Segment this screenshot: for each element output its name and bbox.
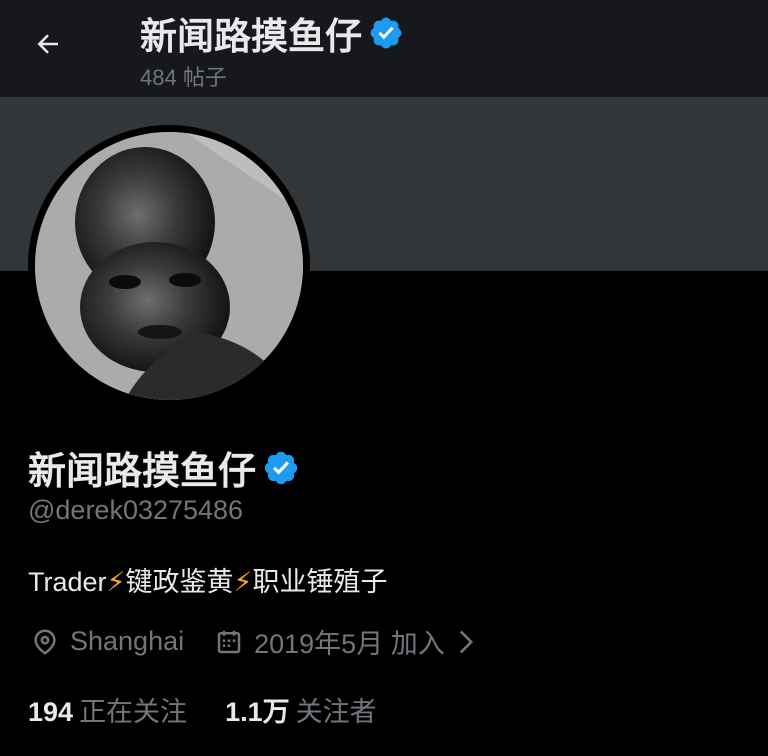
back-arrow-icon — [37, 34, 58, 54]
following-label: 正在关注 — [79, 697, 188, 727]
joined-text: 2019年5月 加入 — [254, 629, 445, 659]
follow-stats: 194 正在关注 1.1万 关注者 — [28, 690, 377, 729]
verified-badge-icon[interactable] — [262, 449, 300, 487]
followers-link[interactable]: 1.1万 关注者 — [225, 690, 377, 729]
lightning-icon: ⚡ — [106, 567, 126, 597]
display-name-text: 新闻路摸鱼仔 — [28, 451, 257, 493]
back-button[interactable] — [22, 22, 74, 66]
location-text: Shanghai — [70, 626, 185, 656]
profile-handle: @derek03275486 — [28, 495, 244, 525]
joined-item[interactable]: 2019年5月 加入 — [214, 622, 477, 661]
lightning-icon: ⚡ — [233, 567, 253, 597]
calendar-icon — [217, 630, 241, 653]
profile-meta: Shanghai 2019年5月 加入 — [30, 622, 477, 661]
followers-count: 1.1万 — [225, 697, 290, 727]
top-bar: 新闻路摸鱼仔 484 帖子 — [0, 0, 768, 97]
bio-text-3: 职业锤殖子 — [252, 567, 388, 597]
profile-display-name: 新闻路摸鱼仔 — [28, 440, 300, 495]
location-icon — [34, 629, 56, 655]
header-title: 新闻路摸鱼仔 — [140, 6, 404, 60]
avatar-photo — [35, 132, 303, 400]
avatar[interactable] — [35, 132, 303, 400]
location-item: Shanghai — [30, 626, 184, 657]
followers-label: 关注者 — [295, 697, 377, 727]
bio-text-2: 键政鉴黄 — [125, 567, 234, 597]
following-count: 194 — [28, 697, 74, 727]
profile-bio: Trader⚡键政鉴黄⚡职业锤殖子 — [28, 560, 387, 599]
chevron-right-icon — [459, 630, 473, 653]
bio-text-1: Trader — [28, 567, 107, 597]
header-name: 新闻路摸鱼仔 — [140, 16, 362, 57]
post-count: 484 帖子 — [140, 65, 227, 90]
verified-badge-icon — [370, 17, 402, 49]
following-link[interactable]: 194 正在关注 — [28, 690, 187, 729]
